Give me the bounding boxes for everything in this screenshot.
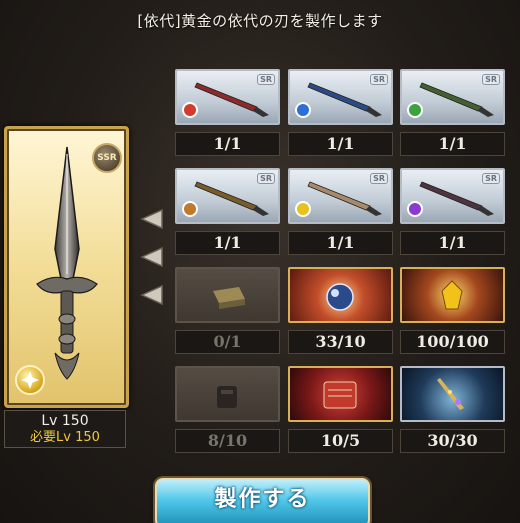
gold-brick-icon <box>213 287 245 309</box>
material-count: 1/1 <box>400 132 505 156</box>
material-count: 1/1 <box>175 132 280 156</box>
rarity-badge: SR <box>482 173 500 184</box>
material-thumb: SR <box>400 69 505 125</box>
material-thumb: SR <box>175 168 280 224</box>
arrow-left-icon <box>140 208 163 230</box>
material-scroll-item[interactable]: 10/5 <box>288 366 393 453</box>
material-thumb: SR <box>175 69 280 125</box>
material-count: 33/10 <box>288 330 393 354</box>
page-title: [依代]黄金の依代の刃を製作します <box>137 12 383 30</box>
target-weapon-icon <box>36 146 98 380</box>
material-count: 1/1 <box>288 231 393 255</box>
craft-button[interactable]: 製作する <box>155 478 370 523</box>
material-thumb <box>175 267 280 323</box>
material-thumb <box>288 267 393 323</box>
rarity-badge: SR <box>370 74 388 85</box>
material-orb-item[interactable]: 33/10 <box>288 267 393 354</box>
rarity-badge: SR <box>257 173 275 184</box>
rarity-badge: SR <box>257 74 275 85</box>
material-thumb <box>288 366 393 422</box>
material-light-dagger[interactable]: SR 1/1 <box>288 168 393 255</box>
weapon-level-panel: Lv 150 必要Lv 150 <box>4 410 126 448</box>
material-count: 1/1 <box>175 231 280 255</box>
material-thumb <box>400 267 505 323</box>
material-water-dagger[interactable]: SR 1/1 <box>288 69 393 156</box>
rarity-badge: SR <box>370 173 388 184</box>
material-count: 100/100 <box>400 330 505 354</box>
material-thumb <box>400 366 505 422</box>
element-orb-icon <box>295 201 311 217</box>
element-orb-icon <box>295 102 311 118</box>
material-count: 1/1 <box>288 132 393 156</box>
material-thumb: SR <box>400 168 505 224</box>
orb-icon <box>326 283 354 311</box>
element-orb-icon <box>407 201 423 217</box>
material-gold-crystal[interactable]: 100/100 <box>400 267 505 354</box>
element-orb-icon <box>182 201 198 217</box>
material-count: 10/5 <box>288 429 393 453</box>
material-wind-dagger[interactable]: SR 1/1 <box>400 69 505 156</box>
arrow-left-icon <box>140 246 163 268</box>
scroll-icon <box>323 381 357 409</box>
weapon-level: Lv 150 <box>41 413 89 429</box>
target-weapon-card[interactable]: SSR <box>4 126 129 408</box>
arrow-left-icon <box>140 284 163 306</box>
material-count: 0/1 <box>175 330 280 354</box>
material-thumb: SR <box>288 168 393 224</box>
crafting-screen: [依代]黄金の依代の刃を製作します SSR Lv 150 必要Lv 150 SR… <box>0 0 520 523</box>
material-dark-dagger[interactable]: SR 1/1 <box>400 168 505 255</box>
gold-crystal-icon <box>441 280 463 310</box>
rarity-badge: SR <box>482 74 500 85</box>
material-thumb: SR <box>288 69 393 125</box>
element-orb-icon <box>182 102 198 118</box>
material-count: 8/10 <box>175 429 280 453</box>
material-earth-dagger[interactable]: SR 1/1 <box>175 168 280 255</box>
element-orb-icon <box>407 102 423 118</box>
material-dark-item[interactable]: 8/10 <box>175 366 280 453</box>
material-count: 1/1 <box>400 231 505 255</box>
light-element-icon <box>15 365 45 395</box>
material-blade-item[interactable]: 30/30 <box>400 366 505 453</box>
material-thumb <box>175 366 280 422</box>
material-fire-dagger[interactable]: SR 1/1 <box>175 69 280 156</box>
starry-blade-icon <box>437 378 464 410</box>
dark-item-icon <box>217 386 237 408</box>
material-gold-brick[interactable]: 0/1 <box>175 267 280 354</box>
material-count: 30/30 <box>400 429 505 453</box>
required-level: 必要Lv 150 <box>30 430 100 445</box>
